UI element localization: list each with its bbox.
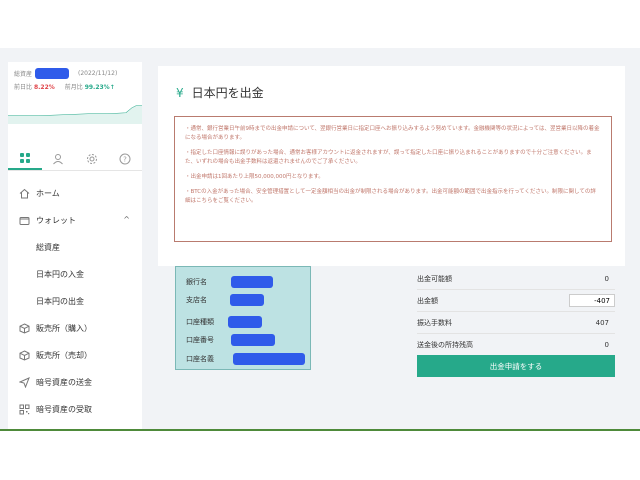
account-type-label: 口座種類	[186, 318, 214, 326]
prev-day-label: 前日比	[14, 84, 33, 91]
send-icon	[18, 377, 30, 389]
prev-month-value: 99.23%↑	[84, 84, 115, 91]
transfer-fee-row: 振込手数料 407	[417, 312, 615, 334]
balance-after-row: 送金後の所持残高 0	[417, 334, 615, 355]
withdraw-amount-input[interactable]	[569, 294, 615, 307]
withdraw-card: ¥ 日本円を出金 ・通常、銀行営業日午前9時までの出金申請について、翌銀行営業日…	[158, 66, 625, 266]
sidebar-nav: ホーム ウォレット ^ 総資産 日本円の入金 日本円の出金 販売所（購入） 販売…	[8, 180, 142, 423]
notice-text: ・通常、銀行営業日午前9時までの出金申請について、翌銀行営業日に指定口座へお振り…	[185, 126, 600, 141]
sidebar-item-sell[interactable]: 販売所（売却）	[8, 342, 142, 369]
gear-icon	[86, 154, 97, 164]
prev-day-value: 8.22%	[33, 84, 55, 91]
sidebar-item-label: ウォレット	[36, 216, 76, 225]
prev-month-label: 前月比	[64, 84, 83, 91]
withdraw-amount-label: 出金額	[417, 296, 438, 305]
tab-dashboard[interactable]	[8, 148, 42, 170]
balance-after-label: 送金後の所持残高	[417, 340, 473, 349]
app-frame: 総資産 (2022/11/12) 前日比 8.22% 前月比 99.23%↑ ?…	[0, 48, 640, 430]
redacted-balance	[35, 67, 70, 79]
help-icon: ?	[119, 153, 131, 165]
sidebar-item-jpy-deposit[interactable]: 日本円の入金	[8, 261, 142, 288]
grid-icon	[19, 153, 30, 163]
account-holder-row: 口座名義	[186, 350, 306, 368]
bank-name-label: 銀行名	[186, 278, 207, 286]
bank-info-panel: 銀行名 支店名 口座種類 口座番号 口座名義	[175, 266, 311, 370]
cube-icon	[18, 323, 30, 335]
notice-box: ・通常、銀行営業日午前9時までの出金申請について、翌銀行営業日に指定口座へお振り…	[174, 116, 612, 242]
withdraw-amount-row: 出金額	[417, 290, 615, 312]
account-number-row: 口座番号	[186, 331, 306, 349]
sidebar-item-label: 販売所（売却）	[36, 351, 92, 360]
wallet-icon	[18, 215, 30, 227]
redacted-account-holder	[233, 353, 305, 365]
balance-date: (2022/11/12)	[78, 69, 118, 77]
redacted-branch-name	[230, 294, 264, 306]
sidebar-item-label: 日本円の入金	[36, 270, 84, 279]
tab-help[interactable]: ?	[109, 148, 143, 170]
available-amount-value: 0	[604, 274, 609, 283]
available-amount-label: 出金可能額	[417, 274, 452, 283]
notice-text: ・指定した口座情報に誤りがあった場合、通常お客様アカウントに返金されますが、誤っ…	[185, 150, 592, 165]
account-type-row: 口座種類	[186, 313, 306, 331]
sidebar-item-crypto-send[interactable]: 暗号資産の送金	[8, 369, 142, 396]
sidebar-item-jpy-withdraw[interactable]: 日本円の出金	[8, 288, 142, 315]
sidebar-item-home[interactable]: ホーム	[8, 180, 142, 207]
redacted-account-type	[228, 316, 262, 328]
redacted-account-number	[231, 334, 275, 346]
transfer-fee-value: 407	[595, 318, 609, 327]
branch-name-label: 支店名	[186, 296, 207, 304]
branch-name-row: 支店名	[186, 291, 306, 309]
balance-label: 総資産	[14, 70, 33, 78]
balance-sparkline	[8, 105, 142, 124]
transfer-fee-label: 振込手数料	[417, 318, 452, 327]
sidebar-item-total-assets[interactable]: 総資産	[8, 234, 142, 261]
redacted-bank-name	[231, 276, 273, 288]
yen-icon: ¥	[176, 85, 184, 100]
tab-settings[interactable]	[75, 148, 109, 170]
bank-name-row: 銀行名	[186, 273, 306, 291]
notice-text: ・出金申請は1回あたり上限50,000,000円となります。	[185, 174, 324, 180]
sidebar-tabs: ?	[8, 148, 142, 171]
account-holder-label: 口座名義	[186, 355, 214, 363]
sidebar-item-wallet[interactable]: ウォレット ^	[8, 207, 142, 234]
user-icon	[53, 154, 64, 165]
home-icon	[18, 188, 30, 200]
withdraw-summary: 出金可能額 0 出金額 振込手数料 407 送金後の所持残高 0	[417, 268, 615, 355]
available-amount-row: 出金可能額 0	[417, 268, 615, 290]
sidebar-item-label: 販売所（購入）	[36, 324, 92, 333]
qr-code-icon	[18, 404, 30, 416]
sidebar-item-buy[interactable]: 販売所（購入）	[8, 315, 142, 342]
sidebar-item-label: 日本円の出金	[36, 297, 84, 306]
sidebar-item-label: 総資産	[36, 243, 60, 252]
tab-account[interactable]	[42, 148, 76, 170]
notice-text: ・BTCの入金があった場合、安全管理措置として一定金額相当の出金が制限される場合…	[185, 189, 596, 204]
cube-icon	[18, 350, 30, 362]
sidebar-item-crypto-receive[interactable]: 暗号資産の受取	[8, 396, 142, 423]
bottom-divider	[0, 429, 640, 431]
sidebar-item-label: 暗号資産の送金	[36, 378, 92, 387]
chevron-up-icon[interactable]: ^	[123, 215, 130, 224]
page-title: ¥ 日本円を出金	[176, 84, 264, 101]
sidebar-item-label: ホーム	[36, 189, 60, 198]
balance-after-value: 0	[604, 340, 609, 349]
page-title-text: 日本円を出金	[191, 86, 264, 100]
sidebar: 総資産 (2022/11/12) 前日比 8.22% 前月比 99.23%↑ ?…	[8, 62, 142, 430]
account-number-label: 口座番号	[186, 336, 214, 344]
submit-withdraw-button[interactable]: 出金申請をする	[417, 355, 615, 377]
svg-text:?: ?	[123, 156, 127, 164]
sidebar-item-label: 暗号資産の受取	[36, 405, 92, 414]
